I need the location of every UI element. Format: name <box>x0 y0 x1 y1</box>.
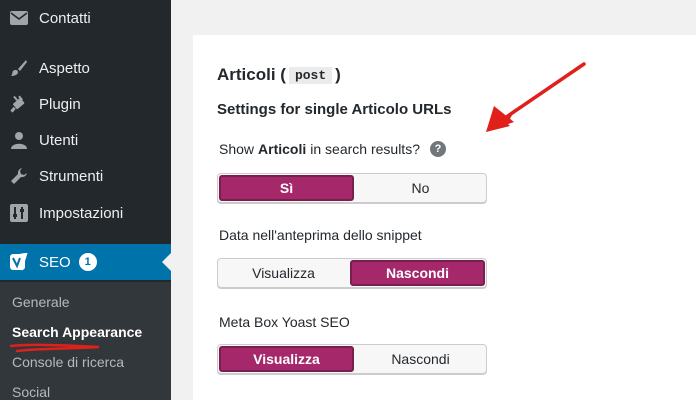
menu-item-seo[interactable]: SEO 1 <box>0 244 171 280</box>
toggle-option-nascondi[interactable]: Nascondi <box>350 260 485 286</box>
settings-icon <box>9 203 29 223</box>
submenu-item-generale[interactable]: Generale <box>12 294 70 310</box>
wrench-icon <box>9 166 29 186</box>
menu-item-impostazioni[interactable]: Impostazioni <box>0 195 171 231</box>
menu-item-utenti[interactable]: Utenti <box>0 122 171 158</box>
menu-item-plugin[interactable]: Plugin <box>0 86 171 122</box>
label-suffix: in search results? <box>310 141 420 157</box>
plugin-icon <box>9 94 29 114</box>
toggle-option-no[interactable]: No <box>355 174 486 202</box>
submenu-item-search-appearance[interactable]: Search Appearance <box>12 324 142 340</box>
menu-label: Impostazioni <box>39 204 124 222</box>
menu-item-aspetto[interactable]: Aspetto <box>0 50 171 86</box>
snippet-date-label: Data nell'anteprima dello snippet <box>219 227 422 243</box>
brush-icon <box>9 58 29 78</box>
post-type-code: post <box>288 66 333 84</box>
section-title-close: ) <box>335 65 341 84</box>
label-prefix: Show <box>219 141 255 157</box>
menu-item-strumenti[interactable]: Strumenti <box>0 158 171 194</box>
user-icon <box>9 130 29 150</box>
current-menu-arrow <box>162 253 171 271</box>
toggle-option-si[interactable]: Sì <box>219 175 354 201</box>
settings-subtitle: Settings for single Articolo URLs <box>217 101 452 118</box>
settings-panel: Articoli ( post ) Settings for single Ar… <box>193 35 696 400</box>
submenu-item-console[interactable]: Console di ricerca <box>12 354 124 370</box>
help-icon[interactable]: ? <box>429 141 446 157</box>
notification-badge: 1 <box>78 253 97 271</box>
menu-item-contatti[interactable]: Contatti <box>0 0 171 36</box>
red-arrow-annotation <box>486 62 586 132</box>
show-in-search-label: Show Articoli in search results? ? <box>219 141 446 157</box>
menu-label: Contatti <box>39 9 91 27</box>
yoast-icon <box>9 252 29 272</box>
section-title: Articoli ( post ) <box>217 65 341 85</box>
toggle-option-visualizza[interactable]: Visualizza <box>219 346 354 372</box>
menu-label: Plugin <box>39 95 81 113</box>
menu-label: Utenti <box>39 131 79 149</box>
menu-label: SEO <box>39 253 71 271</box>
admin-sidebar: Contatti Aspetto Plugin Utenti Strumenti… <box>0 0 171 400</box>
submenu-item-social[interactable]: Social <box>12 384 50 400</box>
mail-icon <box>9 8 29 28</box>
red-underline-annotation <box>9 343 100 353</box>
label-bold: Articoli <box>258 141 307 157</box>
show-in-search-toggle: Sì No <box>217 173 487 203</box>
meta-box-toggle: Visualizza Nascondi <box>217 344 487 374</box>
snippet-date-toggle: Visualizza Nascondi <box>217 258 487 288</box>
meta-box-label: Meta Box Yoast SEO <box>219 314 350 330</box>
section-title-text: Articoli ( <box>217 65 286 84</box>
menu-label: Aspetto <box>39 59 90 77</box>
toggle-option-nascondi[interactable]: Nascondi <box>355 345 486 373</box>
toggle-option-visualizza[interactable]: Visualizza <box>218 259 349 287</box>
menu-label: Strumenti <box>39 167 104 185</box>
